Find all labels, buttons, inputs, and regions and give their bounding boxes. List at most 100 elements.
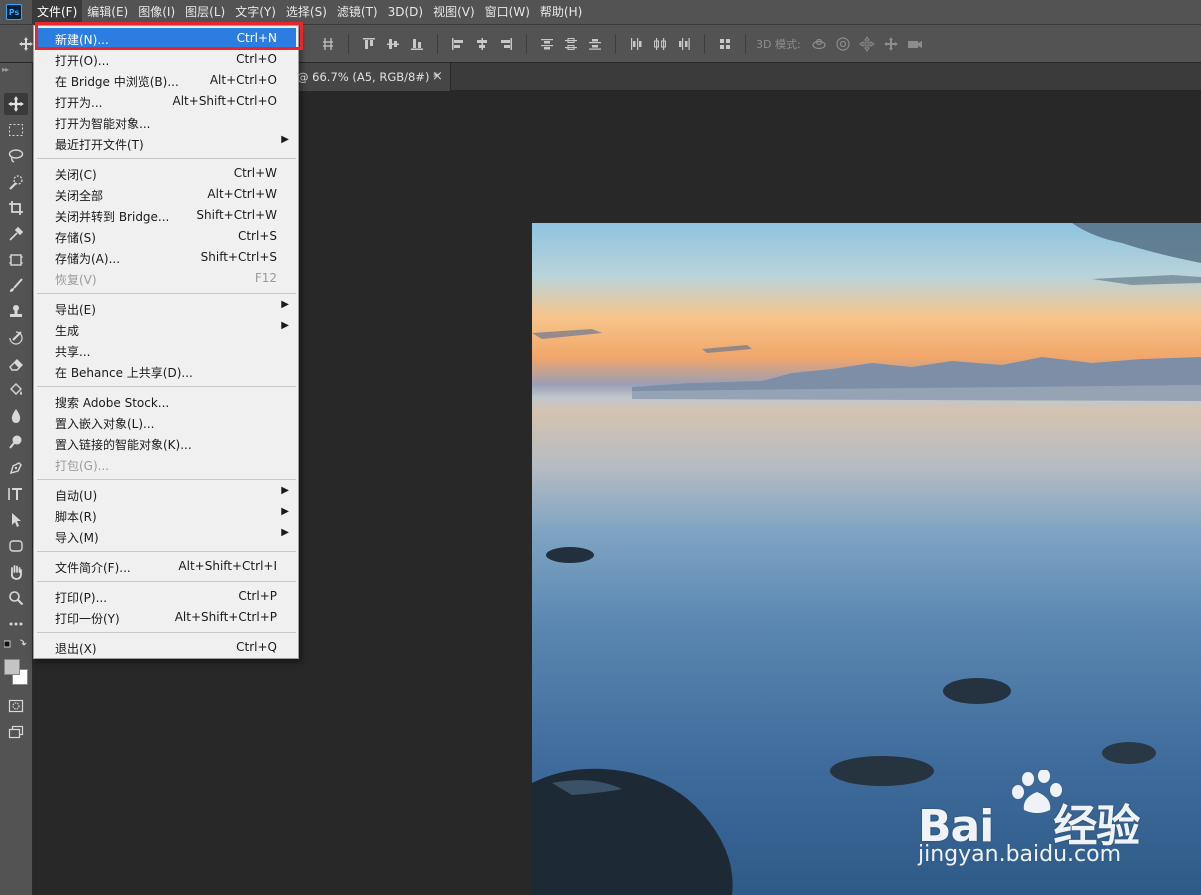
file-menu-item[interactable]: 共享... [37,340,296,361]
menu-select[interactable]: 选择(S) [281,0,332,25]
paint-bucket-tool[interactable] [4,379,28,401]
3d-slide-icon[interactable] [883,36,899,52]
menu-help[interactable]: 帮助(H) [535,0,587,25]
file-menu-item[interactable]: 打开(O)... Ctrl+O [37,49,296,70]
menu-view[interactable]: 视图(V) [428,0,480,25]
swap-colors[interactable] [4,637,28,651]
file-menu-item[interactable]: 退出(X) Ctrl+Q [37,637,296,658]
file-menu-item[interactable]: 打印(P)... Ctrl+P [37,586,296,607]
align-bottom-icon[interactable] [409,36,425,52]
quick-mask-mode[interactable] [4,695,28,717]
file-menu-item[interactable]: 导出(E) ▶ [37,298,296,319]
close-tab-icon[interactable]: × [432,69,443,84]
marquee-icon [9,124,23,136]
file-menu-item[interactable]: 关闭(C) Ctrl+W [37,163,296,184]
zoom-tool[interactable] [4,587,28,609]
auto-align-icon[interactable] [717,36,733,52]
3d-pan-icon[interactable] [858,35,875,52]
menu-window[interactable]: 窗口(W) [480,0,535,25]
quick-selection-tool[interactable] [4,171,28,193]
quick-mask-icon [8,699,24,713]
distribute-top-icon[interactable] [539,36,555,52]
foreground-color-swatch[interactable] [4,659,20,675]
shape-tool[interactable] [4,535,28,557]
dodge-tool[interactable] [4,431,28,453]
file-menu-item[interactable]: 存储为(A)... Shift+Ctrl+S [37,247,296,268]
marquee-tool[interactable] [4,119,28,141]
document-tab-title: @ 66.7% (A5, RGB/8#) * [297,70,439,84]
distribute-horizontal-center-icon[interactable] [652,36,668,52]
file-menu-item[interactable]: 导入(M) ▶ [37,526,296,547]
menu-separator [37,581,296,582]
file-menu-item[interactable]: 关闭并转到 Bridge... Shift+Ctrl+W [37,205,296,226]
menu-filter[interactable]: 滤镜(T) [332,0,383,25]
brush-tool[interactable] [4,275,28,297]
color-swatches[interactable] [4,655,28,689]
history-brush-tool[interactable] [4,327,28,349]
file-menu-item[interactable]: 文件简介(F)... Alt+Shift+Ctrl+I [37,556,296,577]
file-menu-item[interactable]: 置入链接的智能对象(K)... [37,433,296,454]
menu-edit[interactable]: 编辑(E) [82,0,133,25]
file-menu-item[interactable]: 打开为... Alt+Shift+Ctrl+O [37,91,296,112]
menu-separator [37,551,296,552]
align-top-icon[interactable] [361,36,377,52]
file-menu-item-shortcut: Ctrl+S [237,229,277,243]
menu-3d[interactable]: 3D(D) [383,0,428,25]
menu-type[interactable]: 文字(Y) [230,0,281,25]
lasso-tool[interactable] [4,145,28,167]
file-menu-item[interactable]: 在 Bridge 中浏览(B)... Alt+Ctrl+O [37,70,296,91]
screen-mode-icon [8,725,24,739]
file-menu-item[interactable]: 最近打开文件(T) ▶ [37,133,296,154]
crop-tool[interactable] [4,197,28,219]
blur-tool[interactable] [4,405,28,427]
align-right-icon[interactable] [498,36,514,52]
menu-file[interactable]: 文件(F) [32,0,83,25]
align-horizontal-center-icon[interactable] [474,36,490,52]
file-menu-item[interactable]: 新建(N)... Ctrl+N [37,28,296,49]
file-menu-item[interactable]: 存储(S) Ctrl+S [37,226,296,247]
file-menu-item[interactable]: 在 Behance 上共享(D)... [37,361,296,382]
distribute-bottom-icon[interactable] [587,36,603,52]
more-dots-icon [9,622,23,626]
file-menu-item[interactable]: 关闭全部 Alt+Ctrl+W [37,184,296,205]
3d-orbit-icon[interactable] [811,36,827,52]
frame-tool[interactable] [4,249,28,271]
file-menu-item[interactable]: 生成 ▶ [37,319,296,340]
more-tools[interactable] [4,613,28,635]
file-menu-item[interactable]: 打开为智能对象... [37,112,296,133]
file-menu-item-label: 文件简介(F)... [55,561,131,575]
file-menu-item[interactable]: 搜索 Adobe Stock... [37,391,296,412]
move-tool-icon[interactable] [18,36,34,52]
distribute-left-icon[interactable] [628,36,644,52]
file-menu-item[interactable]: 置入嵌入对象(L)... [37,412,296,433]
menu-layer[interactable]: 图层(L) [180,0,230,25]
pen-tool[interactable] [4,457,28,479]
menu-image[interactable]: 图像(I) [133,0,180,25]
quick-selection-icon [9,175,23,190]
file-menu-item-label: 存储为(A)... [55,252,121,266]
align-vertical-center-icon[interactable] [385,36,401,52]
screen-mode[interactable] [4,721,28,743]
move-tool[interactable] [4,93,28,115]
eraser-tool[interactable] [4,353,28,375]
file-menu-item[interactable]: 自动(U) ▶ [37,484,296,505]
distribute-vertical-center-icon[interactable] [563,36,579,52]
file-menu-item[interactable]: 打印一份(Y) Alt+Shift+Ctrl+P [37,607,296,628]
distribute-icon[interactable] [320,36,336,52]
panel-grip-icon[interactable]: ▸▸ [2,65,9,74]
align-left-icon[interactable] [450,36,466,52]
hand-tool[interactable] [4,561,28,583]
distribute-right-icon[interactable] [676,36,692,52]
file-menu-item-label: 生成 [55,324,80,338]
file-menu-item-label: 打开为智能对象... [55,117,151,131]
foreground-background-colors [4,657,28,687]
3d-camera-icon[interactable] [907,36,923,52]
options-separator [437,33,438,54]
eyedropper-tool[interactable] [4,223,28,245]
stamp-tool[interactable] [4,301,28,323]
type-tool[interactable] [4,483,28,505]
path-selection-tool[interactable] [4,509,28,531]
file-menu-item[interactable]: 脚本(R) ▶ [37,505,296,526]
paint-bucket-icon [10,383,22,395]
3d-roll-icon[interactable] [835,36,851,52]
